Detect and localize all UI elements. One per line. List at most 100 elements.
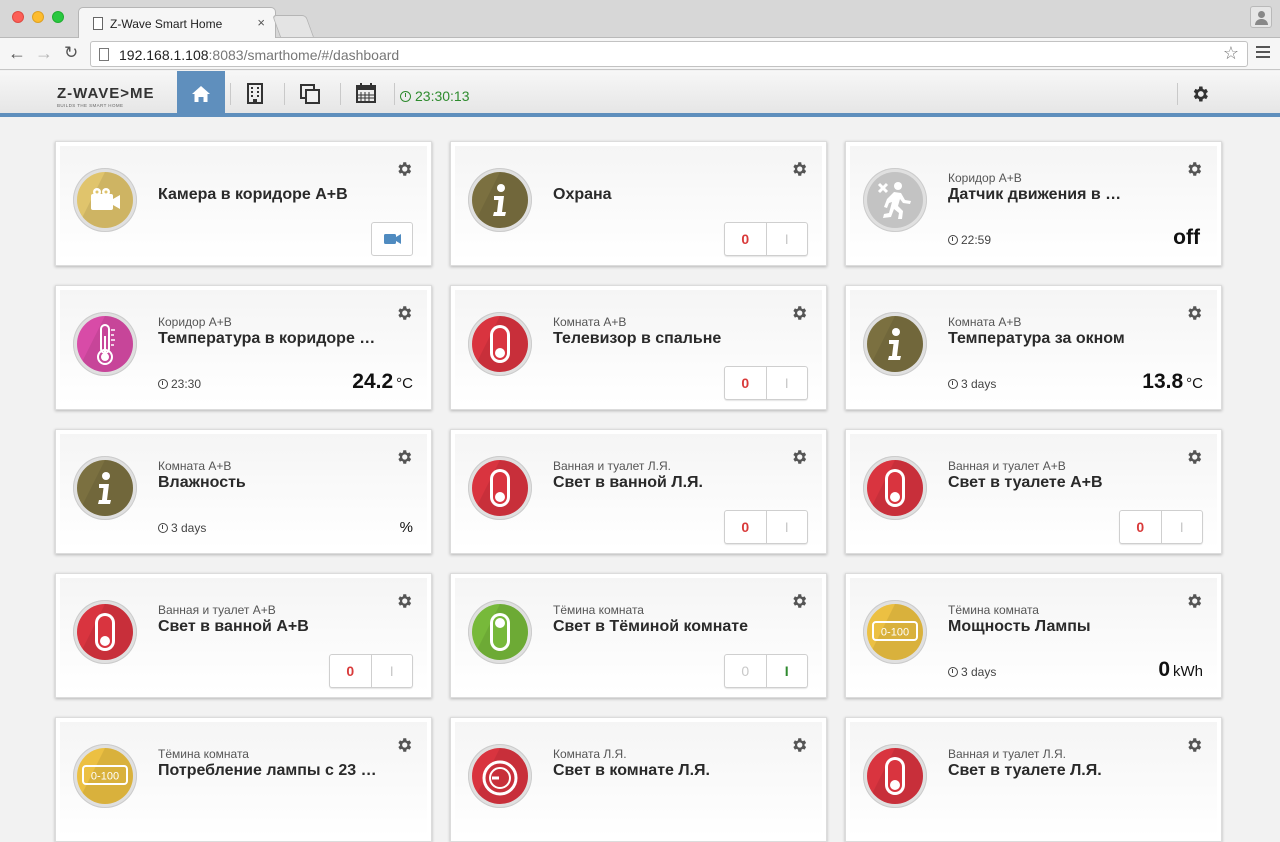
tab-close-icon[interactable]: × (257, 15, 265, 30)
widget-settings-gear-icon[interactable] (395, 448, 413, 466)
back-button[interactable]: ← (8, 43, 26, 63)
widget-settings-gear-icon[interactable] (1185, 448, 1203, 466)
widget-value: 24.2 °C (352, 370, 413, 394)
widget-icon-button[interactable] (863, 456, 927, 520)
open-camera-button[interactable] (371, 222, 413, 256)
bookmark-star-icon[interactable]: ☆ (1223, 43, 1239, 64)
widget-title: Свет в туалете A+B (948, 474, 1103, 491)
widget-title: Датчик движения в … (948, 186, 1122, 203)
reload-button[interactable]: ↻ (64, 43, 78, 63)
widget-card: Тёмина комната Свет в Тёминой комнате 0 I (450, 573, 827, 698)
widget-settings-gear-icon[interactable] (790, 736, 808, 754)
switch-off-button[interactable]: 0 (725, 511, 767, 543)
widget-settings-gear-icon[interactable] (1185, 592, 1203, 610)
switch-on-button[interactable]: I (767, 367, 808, 399)
nav-elements[interactable] (286, 71, 334, 117)
widget-location: Комната A+B (553, 315, 627, 329)
widget-icon-button[interactable] (863, 744, 927, 808)
nav-events[interactable] (342, 71, 390, 117)
widget-settings-gear-icon[interactable] (790, 304, 808, 322)
motion-sensor-icon (867, 172, 923, 228)
clock-icon (400, 91, 411, 102)
widget-title: Потребление лампы с 23 … (158, 762, 377, 779)
meter-icon: 0-100 (867, 604, 923, 660)
widget-settings-gear-icon[interactable] (395, 304, 413, 322)
window-maximize-button[interactable] (52, 11, 64, 23)
widget-location: Комната A+B (158, 459, 232, 473)
widget-icon-button[interactable] (73, 456, 137, 520)
on-off-switch: 0 I (724, 510, 808, 544)
widget-icon-button[interactable]: 0-100 (863, 600, 927, 664)
address-bar[interactable]: 192.168.1.108:8083/smarthome/#/dashboard… (90, 41, 1248, 67)
widget-title: Свет в ванной A+B (158, 618, 309, 635)
window-close-button[interactable] (12, 11, 24, 23)
widget-title: Телевизор в спальне (553, 330, 722, 347)
widget-icon-button[interactable] (863, 312, 927, 376)
widget-icon-button[interactable] (468, 600, 532, 664)
widget-value: off (1173, 226, 1203, 250)
widget-icon-button[interactable] (468, 456, 532, 520)
value-number: off (1173, 226, 1200, 249)
info-icon (77, 460, 133, 516)
widget-settings-gear-icon[interactable] (790, 448, 808, 466)
widget-icon-button[interactable] (468, 744, 532, 808)
updated-time: 3 days (171, 521, 207, 535)
widget-settings-gear-icon[interactable] (1185, 304, 1203, 322)
switch-off-button[interactable]: 0 (725, 655, 767, 687)
widget-card: Ванная и туалет Л.Я. Свет в туалете Л.Я. (845, 717, 1222, 842)
switch-off-button[interactable]: 0 (330, 655, 372, 687)
calendar-icon (356, 83, 376, 103)
on-off-switch: 0 I (1119, 510, 1203, 544)
switch-on-button[interactable]: I (767, 655, 808, 687)
switch-on-button[interactable]: I (767, 223, 808, 255)
switch-on-button[interactable]: I (767, 511, 808, 543)
widget-card: 0-100 Тёмина комната Потребление лампы с 2… (55, 717, 432, 842)
switch-on-button[interactable]: I (372, 655, 413, 687)
home-icon (192, 86, 210, 102)
switch-off-icon (472, 316, 528, 372)
widget-icon-button[interactable] (73, 312, 137, 376)
widget-value: 0 kWh (1158, 658, 1203, 682)
switch-off-button[interactable]: 0 (725, 223, 767, 255)
browser-menu-icon[interactable] (1256, 46, 1270, 61)
widget-updated: 22:59 (948, 233, 991, 247)
updated-time: 23:30 (171, 377, 202, 391)
widget-icon-button[interactable] (468, 312, 532, 376)
switch-off-icon (77, 604, 133, 660)
widget-icon-button[interactable] (863, 168, 927, 232)
profile-icon[interactable] (1250, 6, 1272, 28)
widget-card: 0-100 Тёмина комната Мощность Лампы 3 days 0… (845, 573, 1222, 698)
forward-button[interactable]: → (35, 43, 53, 63)
on-off-switch: 0 I (724, 654, 808, 688)
clock-time: 23:30:13 (415, 88, 470, 104)
nav-home[interactable] (177, 71, 225, 117)
logo[interactable]: Z-WAVE>ME BUILDS THE SMART HOME (57, 85, 154, 108)
browser-tab[interactable]: Z-Wave Smart Home × (78, 7, 276, 39)
widget-title: Свет в Тёминой комнате (553, 618, 748, 635)
switch-off-button[interactable]: 0 (725, 367, 767, 399)
widget-icon-button[interactable] (468, 168, 532, 232)
widget-settings-gear-icon[interactable] (395, 592, 413, 610)
widget-icon-button[interactable] (73, 600, 137, 664)
widget-title: Температура в коридоре … (158, 330, 376, 347)
widget-card: Коридор A+B Датчик движения в … 22:59 off (845, 141, 1222, 266)
updated-time: 22:59 (961, 233, 992, 247)
window-minimize-button[interactable] (32, 11, 44, 23)
video-camera-icon (384, 234, 401, 244)
switch-on-button[interactable]: I (1162, 511, 1203, 543)
new-tab-button[interactable] (271, 15, 315, 37)
switch-off-button[interactable]: 0 (1120, 511, 1162, 543)
widget-icon-button[interactable] (73, 168, 137, 232)
widget-card: Ванная и туалет A+B Свет в туалете A+B 0 … (845, 429, 1222, 554)
widget-settings-gear-icon[interactable] (395, 160, 413, 178)
widget-settings-gear-icon[interactable] (790, 592, 808, 610)
nav-rooms[interactable] (231, 71, 279, 117)
settings-gear-icon[interactable] (1190, 84, 1210, 104)
elements-icon (300, 84, 320, 104)
widget-settings-gear-icon[interactable] (1185, 736, 1203, 754)
widget-settings-gear-icon[interactable] (1185, 160, 1203, 178)
widget-settings-gear-icon[interactable] (790, 160, 808, 178)
widget-settings-gear-icon[interactable] (395, 736, 413, 754)
widget-location: Тёмина комната (158, 747, 249, 761)
widget-icon-button[interactable]: 0-100 (73, 744, 137, 808)
